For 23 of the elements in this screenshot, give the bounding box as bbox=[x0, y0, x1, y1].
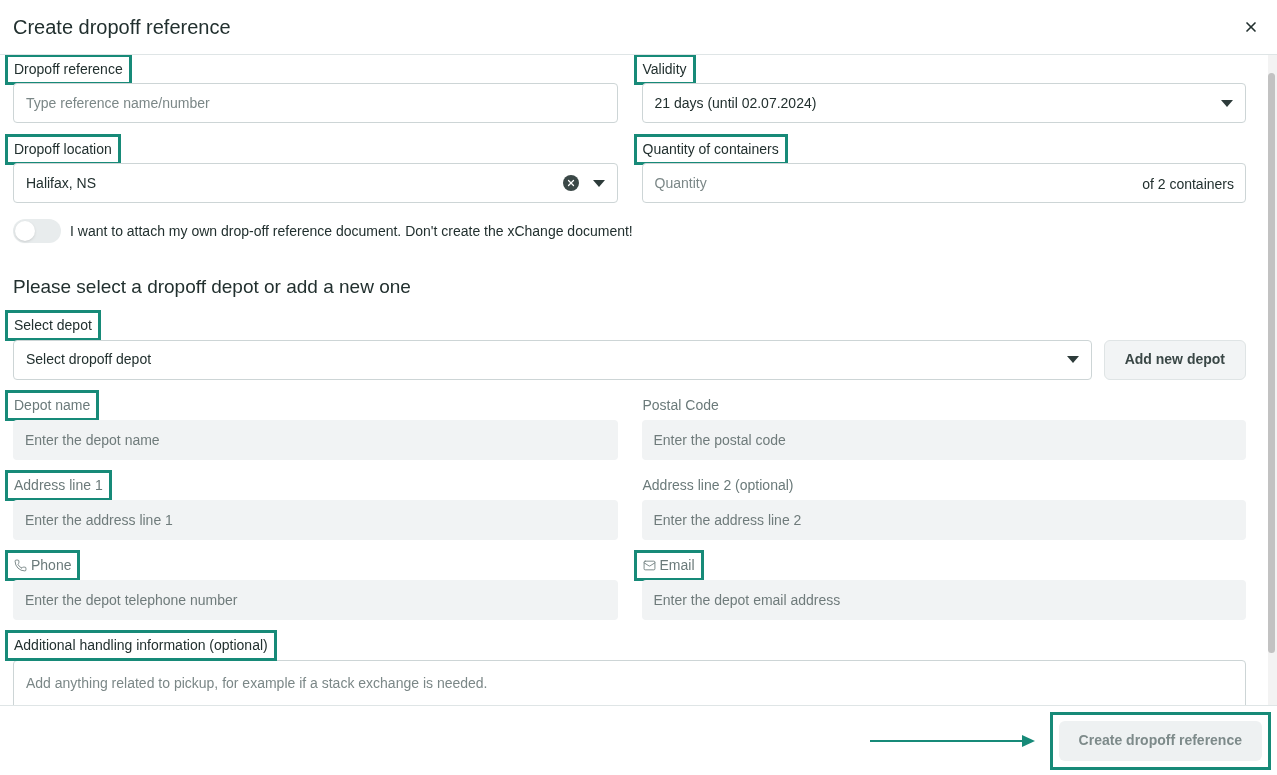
location-select[interactable]: Halifax, NS bbox=[13, 163, 618, 203]
add-depot-button[interactable]: Add new depot bbox=[1103, 339, 1246, 380]
field-label: Address line 2 (optional) bbox=[641, 476, 795, 495]
caret-icon bbox=[1221, 99, 1233, 107]
reference-input[interactable]: Type reference name/number bbox=[13, 83, 618, 123]
toggle-switch[interactable] bbox=[13, 219, 61, 243]
dialog-title: Create dropoff reference bbox=[13, 15, 231, 40]
section-heading: Please select a dropoff depot or add a new one bbox=[13, 275, 412, 299]
validity-select[interactable]: 21 days (until 02.07.2024) bbox=[641, 83, 1246, 123]
quantity-suffix: of 2 containers bbox=[1142, 175, 1234, 194]
depot-select[interactable]: Select dropoff depot bbox=[13, 339, 1092, 380]
phone-icon bbox=[14, 559, 27, 572]
field-label: Postal Code bbox=[641, 396, 720, 415]
field-label: Select depot bbox=[5, 310, 101, 341]
caret-icon bbox=[1066, 356, 1079, 363]
close-icon bbox=[1243, 19, 1259, 35]
clear-icon[interactable] bbox=[562, 175, 579, 191]
caret-icon bbox=[592, 179, 605, 187]
toggle-label: I want to attach my own drop-off reference document. Don't create the xChange document! bbox=[70, 221, 633, 241]
scrollbar[interactable] bbox=[1268, 55, 1277, 705]
mail-icon bbox=[642, 559, 656, 572]
field-label: Additional handling information (optional) bbox=[5, 630, 277, 661]
handling-textarea[interactable]: Add anything related to pickup, for example if a stack exchange is needed. bbox=[13, 659, 1246, 705]
